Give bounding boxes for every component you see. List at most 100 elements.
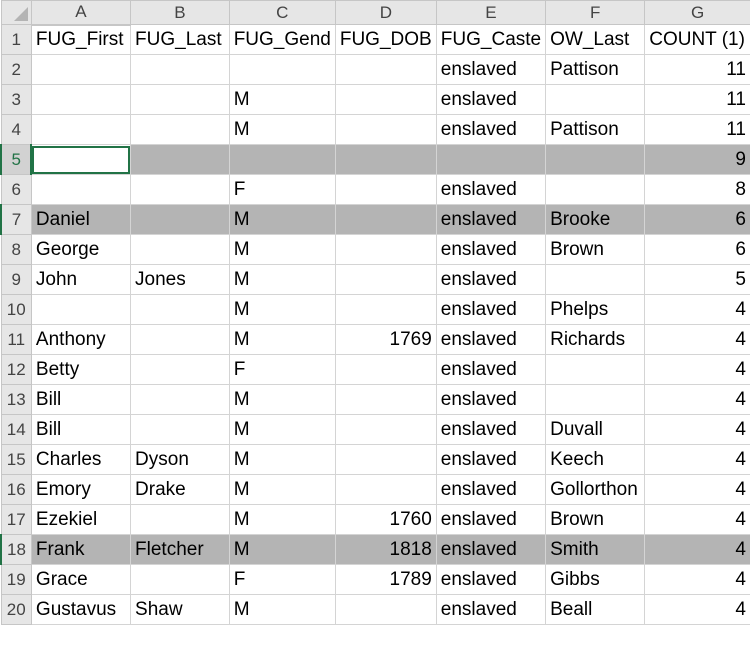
cell-c12[interactable]: F [228,354,336,385]
cell-g9[interactable]: 5 [644,264,750,295]
cell-g4[interactable]: 11 [644,114,750,145]
cell-b20[interactable]: Shaw [130,594,230,625]
cell-a9[interactable]: John [30,264,132,295]
cell-f17[interactable]: Brown [545,504,646,535]
cell-g5[interactable]: 9 [644,144,750,175]
cell-c15[interactable]: M [228,444,336,475]
cell-d6[interactable] [334,174,437,205]
cell-d18[interactable]: 1818 [334,534,437,565]
cell-g15[interactable]: 4 [644,444,750,475]
column-header-d[interactable]: D [334,0,437,25]
cell-a18[interactable]: Frank [30,534,132,565]
cell-c13[interactable]: M [228,384,336,415]
column-header-c[interactable]: C [228,0,336,25]
cell-a10[interactable] [30,294,132,325]
cell-d20[interactable] [334,594,437,625]
cell-a11[interactable]: Anthony [30,324,132,355]
cell-a19[interactable]: Grace [30,564,132,595]
row-header-2[interactable]: 2 [0,54,32,85]
cell-b15[interactable]: Dyson [130,444,230,475]
cell-g7[interactable]: 6 [644,204,750,235]
cell-f8[interactable]: Brown [545,234,646,265]
cell-d2[interactable] [334,54,437,85]
cell-b16[interactable]: Drake [130,474,230,505]
cell-a3[interactable] [30,84,132,115]
row-header-7[interactable]: 7 [0,204,32,235]
cell-d14[interactable] [334,414,437,445]
cell-a5[interactable] [30,144,132,175]
cell-a12[interactable]: Betty [30,354,132,385]
cell-c7[interactable]: M [228,204,336,235]
cell-c10[interactable]: M [228,294,336,325]
cell-a20[interactable]: Gustavus [30,594,132,625]
row-header-3[interactable]: 3 [0,84,32,115]
row-header-5[interactable]: 5 [0,144,33,175]
cell-c20[interactable]: M [228,594,336,625]
cell-c19[interactable]: F [228,564,336,595]
cell-g6[interactable]: 8 [644,174,750,205]
row-header-4[interactable]: 4 [0,114,32,145]
column-header-b[interactable]: B [130,0,230,25]
cell-e13[interactable]: enslaved [435,384,547,415]
cell-c6[interactable]: F [228,174,336,205]
cell-b4[interactable] [130,114,230,145]
cell-b14[interactable] [130,414,230,445]
cell-e18[interactable]: enslaved [435,534,547,565]
cell-e11[interactable]: enslaved [435,324,547,355]
cell-d15[interactable] [334,444,437,475]
cell-a8[interactable]: George [30,234,132,265]
cell-b17[interactable] [130,504,230,535]
cell-f16[interactable]: Gollorthon [545,474,646,505]
cell-e15[interactable]: enslaved [435,444,547,475]
cell-a2[interactable] [30,54,132,85]
row-header-19[interactable]: 19 [0,564,32,595]
cell-e4[interactable]: enslaved [435,114,547,145]
cell-e1[interactable]: FUG_Caste [435,24,547,55]
cell-b5[interactable] [130,144,230,175]
cell-g12[interactable]: 4 [644,354,750,385]
cell-a15[interactable]: Charles [30,444,132,475]
cell-f2[interactable]: Pattison [545,54,646,85]
cell-c3[interactable]: M [228,84,336,115]
cell-c9[interactable]: M [228,264,336,295]
cell-e19[interactable]: enslaved [435,564,547,595]
cell-f20[interactable]: Beall [545,594,646,625]
cell-d12[interactable] [334,354,437,385]
row-header-10[interactable]: 10 [0,294,32,325]
cell-d19[interactable]: 1789 [334,564,437,595]
cell-e3[interactable]: enslaved [435,84,547,115]
cell-a1[interactable]: FUG_First [30,24,132,55]
cell-c14[interactable]: M [228,414,336,445]
cell-f6[interactable] [545,174,646,205]
cell-d10[interactable] [334,294,437,325]
cell-a4[interactable] [30,114,132,145]
cell-b9[interactable]: Jones [130,264,230,295]
cell-d17[interactable]: 1760 [334,504,437,535]
cell-e5[interactable] [435,144,547,175]
cell-e7[interactable]: enslaved [435,204,547,235]
cell-d7[interactable] [334,204,437,235]
cell-g13[interactable]: 4 [644,384,750,415]
cell-e10[interactable]: enslaved [435,294,547,325]
cell-d8[interactable] [334,234,437,265]
cell-e6[interactable]: enslaved [435,174,547,205]
cell-b11[interactable] [130,324,230,355]
cell-f14[interactable]: Duvall [545,414,646,445]
cell-a13[interactable]: Bill [30,384,132,415]
cell-d13[interactable] [334,384,437,415]
cell-c17[interactable]: M [228,504,336,535]
cell-b19[interactable] [130,564,230,595]
cell-e20[interactable]: enslaved [435,594,547,625]
cell-b3[interactable] [130,84,230,115]
cell-d5[interactable] [334,144,437,175]
cell-e17[interactable]: enslaved [435,504,547,535]
row-header-12[interactable]: 12 [0,354,32,385]
cell-c4[interactable]: M [228,114,336,145]
column-header-a[interactable]: A [30,0,132,26]
cell-g19[interactable]: 4 [644,564,750,595]
cell-d16[interactable] [334,474,437,505]
cell-b13[interactable] [130,384,230,415]
row-header-9[interactable]: 9 [0,264,32,295]
row-header-8[interactable]: 8 [0,234,32,265]
cell-g11[interactable]: 4 [644,324,750,355]
